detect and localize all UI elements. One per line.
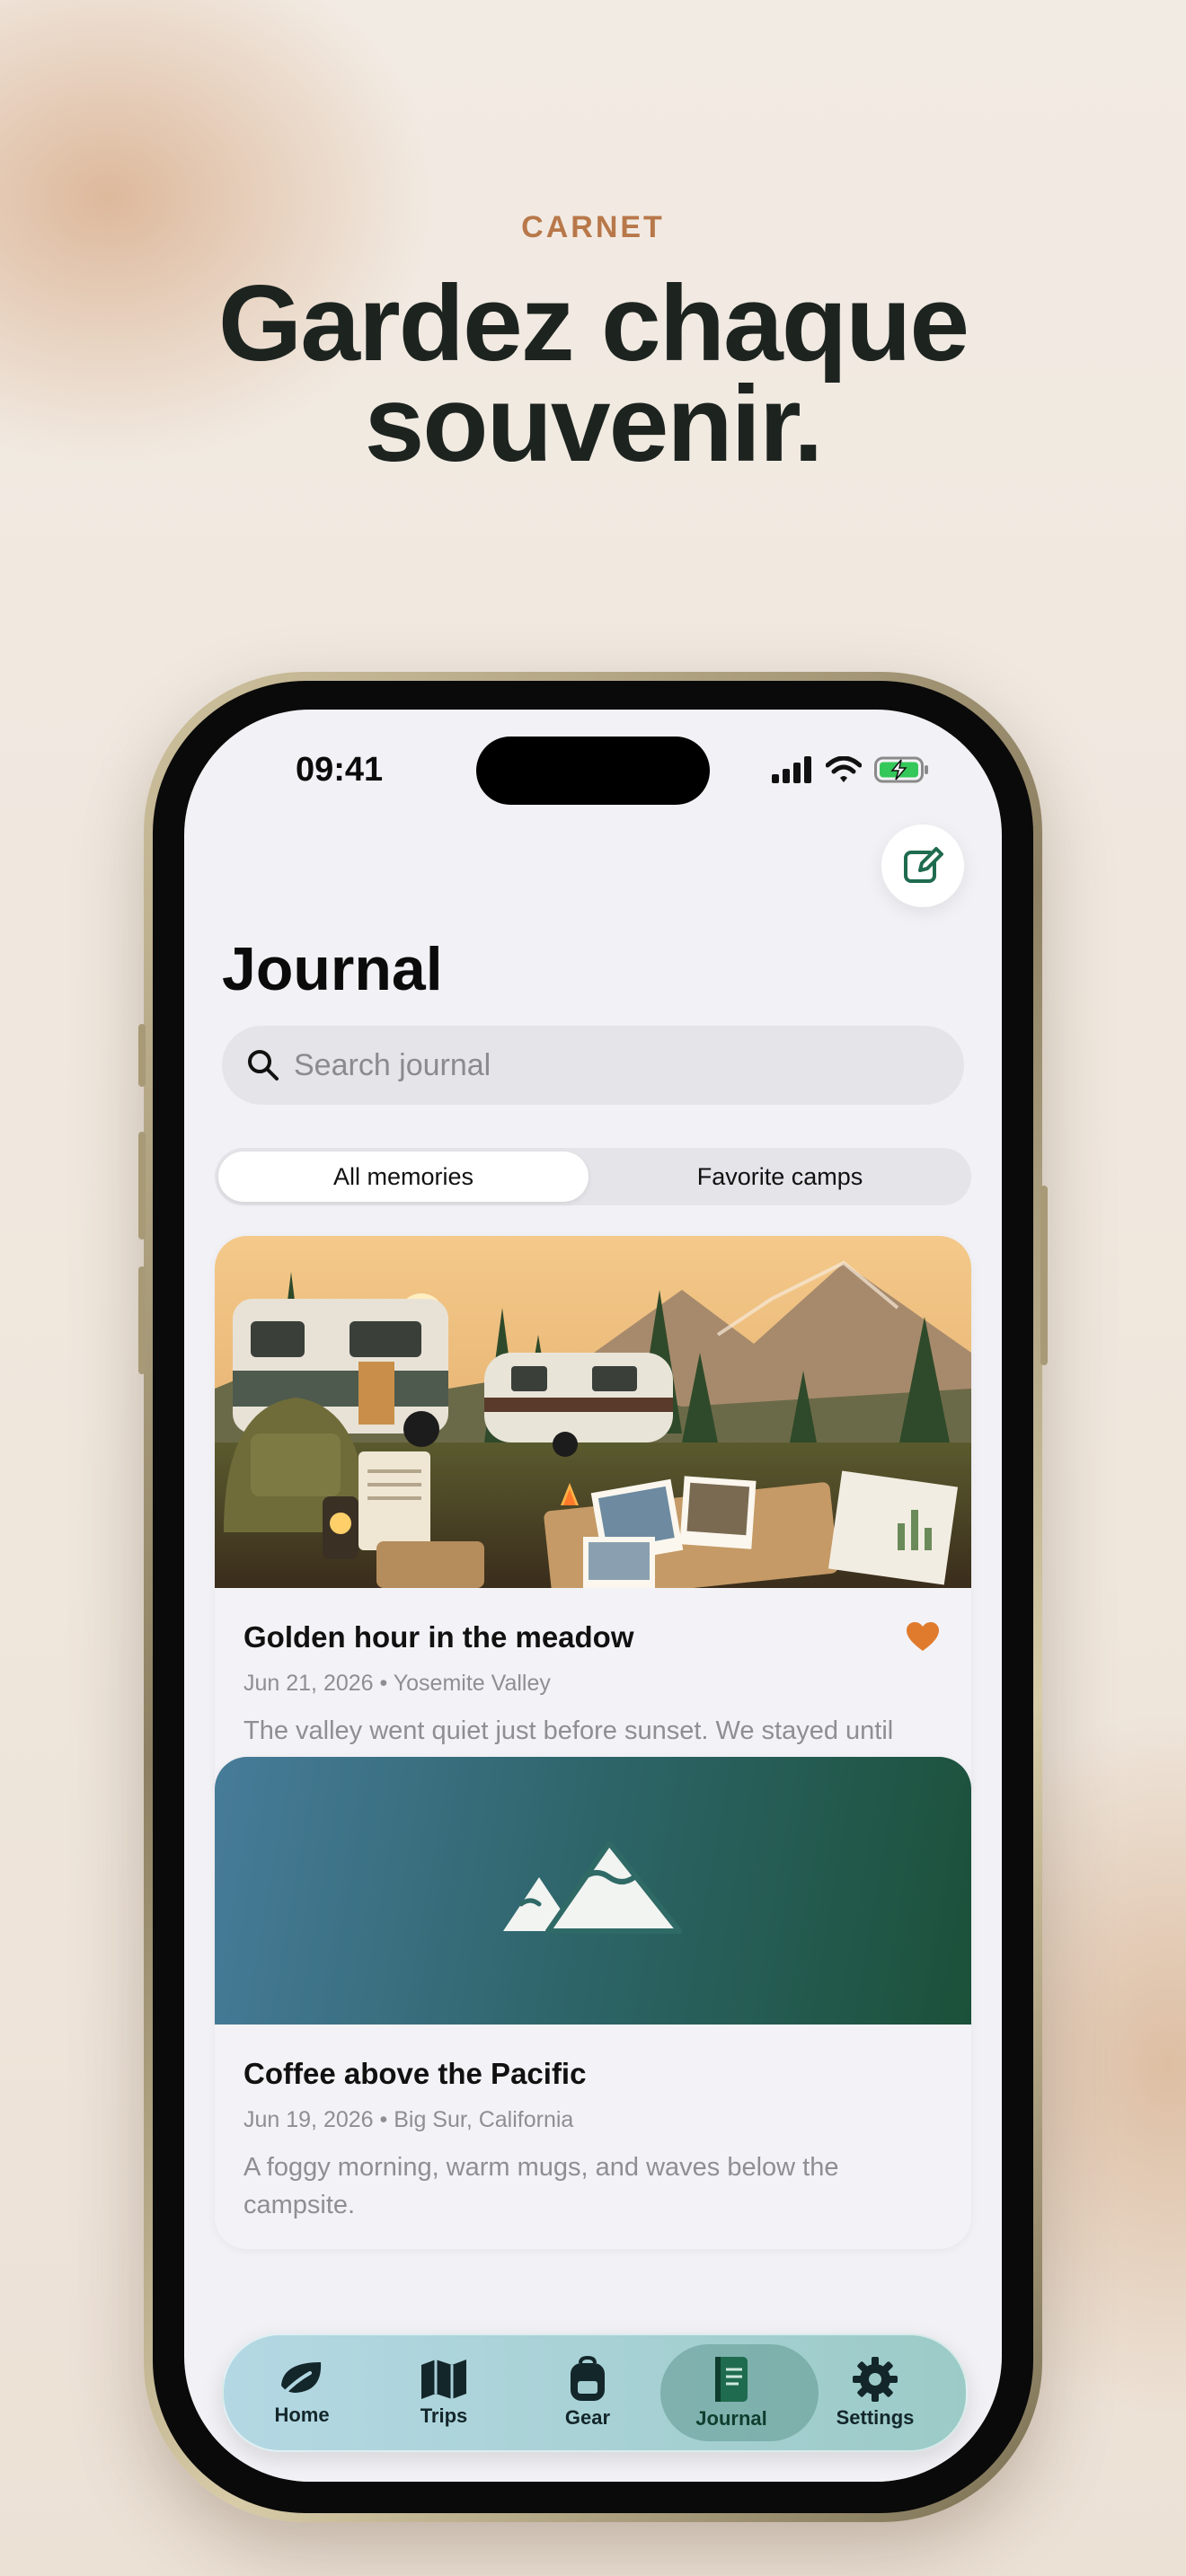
journal-entry-card[interactable]: Golden hour in the meadow Jun 21, 2026 •… — [215, 1236, 971, 1811]
journal-entry-card[interactable]: Coffee above the Pacific Jun 19, 2026 • … — [215, 1757, 971, 2249]
phone-screen: 09:41 Journal Search journal All memorie… — [184, 710, 1002, 2482]
status-icons — [772, 756, 930, 783]
dynamic-island — [476, 737, 710, 805]
entry-meta: Jun 19, 2026 • Big Sur, California — [243, 2107, 574, 2132]
search-input[interactable]: Search journal — [222, 1026, 964, 1105]
tab-gear[interactable]: Gear — [520, 2335, 655, 2450]
tab-journal[interactable]: Journal — [660, 2335, 819, 2450]
notebook-icon — [715, 2357, 748, 2402]
search-icon — [248, 1050, 279, 1081]
tab-settings[interactable]: Settings — [808, 2335, 943, 2450]
segment-all-memories[interactable]: All memories — [218, 1151, 589, 1202]
cellular-signal-icon — [772, 756, 811, 783]
eyebrow: CARNET — [521, 210, 665, 244]
segmented-control: All memories Favorite camps — [215, 1148, 971, 1205]
tab-trips[interactable]: Trips — [376, 2335, 511, 2450]
entry-placeholder-banner — [215, 1757, 971, 2025]
tab-home[interactable]: Home — [235, 2335, 369, 2450]
headline: Gardez chaque souvenir. — [0, 263, 1186, 484]
battery-charging-icon — [874, 756, 928, 783]
search-placeholder: Search journal — [294, 1047, 491, 1082]
gear-icon — [853, 2357, 898, 2402]
backpack-icon — [571, 2356, 605, 2401]
tab-bar: Home Trips Gear Journal Settings — [222, 2333, 968, 2452]
power-button — [1040, 1186, 1048, 1365]
headline-line-1: Gardez chaque — [217, 263, 969, 384]
wifi-icon — [826, 756, 862, 782]
segment-favorite-camps[interactable]: Favorite camps — [592, 1151, 968, 1202]
action-button — [138, 1024, 146, 1087]
headline-line-2: souvenir. — [364, 364, 824, 484]
page-title: Journal — [222, 935, 443, 1003]
entry-title: Golden hour in the meadow — [243, 1620, 634, 1654]
compose-button[interactable] — [881, 825, 964, 907]
tab-label: Journal — [695, 2407, 767, 2430]
leaf-icon — [278, 2362, 322, 2400]
tab-label: Home — [274, 2404, 330, 2426]
entry-body: A foggy morning, warm mugs, and waves be… — [243, 2153, 839, 2219]
compose-icon — [904, 847, 943, 883]
favorite-heart-icon[interactable] — [907, 1622, 939, 1653]
mountains-icon — [503, 1841, 682, 1934]
tab-label: Trips — [420, 2404, 468, 2427]
entry-title: Coffee above the Pacific — [243, 2057, 587, 2090]
volume-down-button — [138, 1266, 146, 1374]
entry-meta: Jun 21, 2026 • Yosemite Valley — [243, 1671, 551, 1696]
tab-label: Gear — [564, 2406, 611, 2429]
map-icon — [421, 2360, 466, 2399]
status-time: 09:41 — [296, 751, 384, 789]
volume-up-button — [138, 1132, 146, 1239]
entry-photo — [215, 1236, 971, 1588]
tab-label: Settings — [836, 2406, 915, 2429]
